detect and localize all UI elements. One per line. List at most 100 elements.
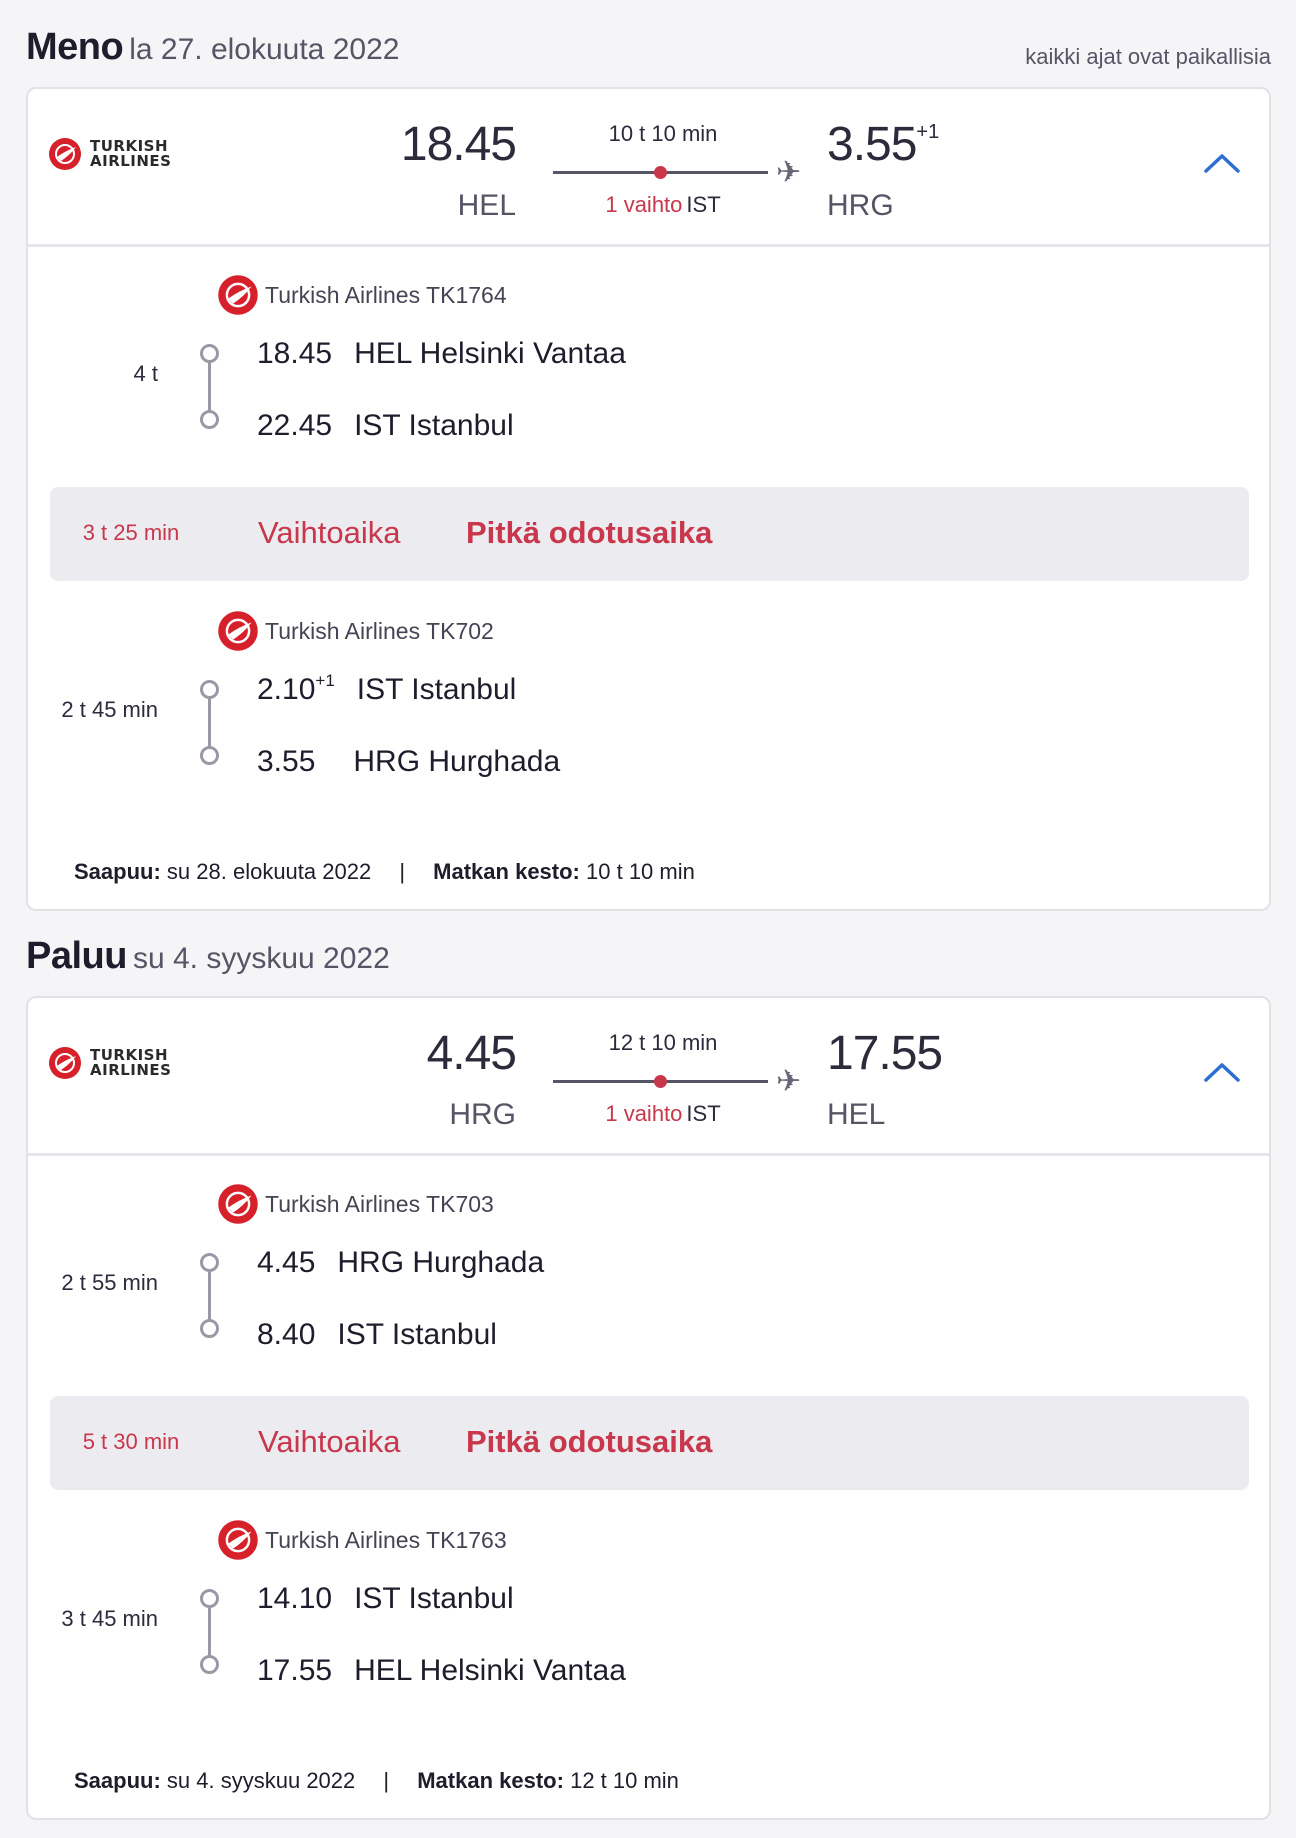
- segment-arrival: 22.45 IST Istanbul: [257, 409, 514, 443]
- layover-box: 5 t 30 min Vaihtoaika Pitkä odotusaika: [50, 1396, 1249, 1490]
- summary-separator: |: [383, 1768, 390, 1793]
- segment-timeline: [200, 680, 220, 765]
- segment-duration: 3 t 45 min: [61, 1606, 158, 1631]
- segment-departure: 4.45 HRG Hurghada: [257, 1246, 544, 1280]
- arrival-day-offset: +1: [916, 121, 940, 143]
- departure-airport-code: HRG: [449, 1098, 516, 1131]
- outbound-header: Meno la 27. elokuuta 2022 kaikki ajat ova…: [26, 26, 1271, 69]
- airline-logo-text: TURKISH AIRLINES: [90, 1046, 172, 1079]
- arrival-airport-code: HRG: [827, 189, 894, 222]
- flight-number: Turkish Airlines TK1763: [265, 1526, 507, 1553]
- arrival-airport-code: HEL: [827, 1098, 886, 1131]
- layover-label: Vaihtoaika: [258, 1424, 401, 1459]
- segment-timeline: [200, 344, 220, 429]
- segment-arrival-place: HRG Hurghada: [353, 745, 561, 778]
- segment-timeline: [200, 1589, 220, 1674]
- airline-logo-text: TURKISH AIRLINES: [90, 137, 172, 170]
- segment-departure: 2.10+1 IST Istanbul: [257, 671, 517, 707]
- segment-timeline: [200, 1253, 220, 1338]
- outbound-date: la 27. elokuuta 2022: [129, 33, 400, 66]
- departure-airport-code: HEL: [457, 189, 516, 222]
- route-summary: 10 t 10 min ✈ 1 vaihto IST: [553, 119, 803, 219]
- chevron-up-icon[interactable]: [1203, 1060, 1241, 1084]
- segment-arrival-place: IST Istanbul: [337, 1318, 497, 1351]
- departure-time: 18.45: [400, 118, 517, 171]
- arrives-label: Saapuu:: [74, 859, 161, 884]
- departure-time: 4.45: [426, 1027, 517, 1080]
- chevron-up-icon[interactable]: [1203, 151, 1241, 175]
- segment-arrival: 3.55 HRG Hurghada: [257, 745, 560, 779]
- segment-arrival-time: 8.40: [257, 1318, 316, 1351]
- inbound-header: Paluu su 4. syyskuu 2022: [26, 935, 1271, 978]
- inbound-flight-card: TURKISH AIRLINES 4.45 HRG 12 t 10 min ✈ …: [26, 996, 1271, 1820]
- segment-departure: 18.45 HEL Helsinki Vantaa: [257, 337, 626, 371]
- summary-separator: |: [399, 859, 406, 884]
- inbound-date: su 4. syyskuu 2022: [132, 942, 390, 975]
- arrival-time: 3.55+1: [827, 118, 940, 171]
- segment-duration: 2 t 45 min: [61, 697, 158, 722]
- stop-dot: [654, 166, 667, 179]
- segment-airline: Turkish Airlines TK702: [217, 610, 494, 652]
- turkish-airlines-logo-icon: [49, 1047, 81, 1079]
- segment-arrival-time: 22.45: [257, 409, 333, 442]
- total-duration-value: 12 t 10 min: [570, 1768, 679, 1793]
- inbound-summary-row[interactable]: TURKISH AIRLINES 4.45 HRG 12 t 10 min ✈ …: [28, 998, 1269, 1156]
- segment-departure-place: IST Istanbul: [356, 673, 517, 706]
- layover-warning: Pitkä odotusaika: [466, 515, 713, 550]
- segment-arrival-place: HEL Helsinki Vantaa: [354, 1654, 626, 1687]
- trip-summary: Saapuu: su 4. syyskuu 2022 | Matkan kest…: [74, 1768, 679, 1794]
- outbound-flight-card: TURKISH AIRLINES 18.45 HEL 10 t 10 min ✈…: [26, 87, 1271, 911]
- stop-dot: [654, 1075, 667, 1088]
- local-times-note: kaikki ajat ovat paikallisia: [1025, 44, 1271, 69]
- outbound-title: Meno: [26, 26, 124, 68]
- airline-logo: TURKISH AIRLINES: [48, 1046, 171, 1080]
- segment-duration: 2 t 55 min: [61, 1270, 158, 1295]
- inbound-title: Paluu: [26, 935, 127, 977]
- route-summary: 12 t 10 min ✈ 1 vaihto IST: [553, 1028, 803, 1128]
- layover-warning: Pitkä odotusaika: [466, 1424, 713, 1459]
- stop-airport: IST: [686, 1101, 721, 1126]
- arrives-label: Saapuu:: [74, 1768, 161, 1793]
- segment-airline: Turkish Airlines TK1763: [217, 1519, 507, 1561]
- day-offset: +1: [315, 671, 335, 690]
- segment-departure-time: 18.45: [257, 337, 333, 370]
- turkish-airlines-logo-icon: [218, 1520, 258, 1560]
- layover-duration: 5 t 30 min: [82, 1429, 180, 1454]
- turkish-airlines-logo-icon: [218, 1184, 258, 1224]
- stops-info: 1 vaihto IST: [553, 1101, 773, 1127]
- plane-icon: ✈: [776, 156, 802, 189]
- segment-arrival-time: 3.55: [257, 745, 316, 778]
- stops-info: 1 vaihto IST: [553, 192, 773, 218]
- segment-arrival: 8.40 IST Istanbul: [257, 1318, 497, 1352]
- segment: Turkish Airlines TK1763 3 t 45 min 14.10…: [28, 1495, 1269, 1715]
- stops-count: 1 vaihto: [605, 192, 683, 217]
- segment: Turkish Airlines TK702 2 t 45 min 2.10+1…: [28, 586, 1269, 806]
- segment-departure-place: HEL Helsinki Vantaa: [354, 337, 626, 370]
- trip-summary: Saapuu: su 28. elokuuta 2022 | Matkan ke…: [74, 859, 695, 885]
- segment-departure-place: IST Istanbul: [354, 1582, 514, 1615]
- arrives-value: su 28. elokuuta 2022: [166, 859, 372, 884]
- turkish-airlines-logo-icon: [218, 611, 258, 651]
- turkish-airlines-logo-icon: [49, 138, 81, 170]
- flight-number: Turkish Airlines TK703: [265, 1190, 494, 1217]
- segment: Turkish Airlines TK703 2 t 55 min 4.45 H…: [28, 1159, 1269, 1379]
- total-duration-value: 10 t 10 min: [586, 859, 695, 884]
- outbound-summary-row[interactable]: TURKISH AIRLINES 18.45 HEL 10 t 10 min ✈…: [28, 89, 1269, 247]
- segment-arrival-place: IST Istanbul: [354, 409, 514, 442]
- segment-airline: Turkish Airlines TK703: [217, 1183, 494, 1225]
- segment-departure-time: 14.10: [257, 1582, 333, 1615]
- segment-duration: 4 t: [133, 361, 158, 386]
- flight-number: Turkish Airlines TK1764: [265, 281, 507, 308]
- arrives-value: su 4. syyskuu 2022: [166, 1768, 356, 1793]
- plane-icon: ✈: [776, 1065, 802, 1098]
- layover-box: 3 t 25 min Vaihtoaika Pitkä odotusaika: [50, 487, 1249, 581]
- segment-departure-time: 2.10+1: [257, 671, 335, 706]
- segment: Turkish Airlines TK1764 4 t 18.45 HEL He…: [28, 250, 1269, 470]
- segment-arrival-time: 17.55: [257, 1654, 333, 1687]
- airline-logo: TURKISH AIRLINES: [48, 137, 171, 171]
- flight-number: Turkish Airlines TK702: [265, 617, 494, 644]
- stops-count: 1 vaihto: [605, 1101, 683, 1126]
- total-duration-label: Matkan kesto:: [417, 1768, 564, 1793]
- arrival-time: 17.55: [827, 1027, 943, 1080]
- layover-duration: 3 t 25 min: [82, 520, 180, 545]
